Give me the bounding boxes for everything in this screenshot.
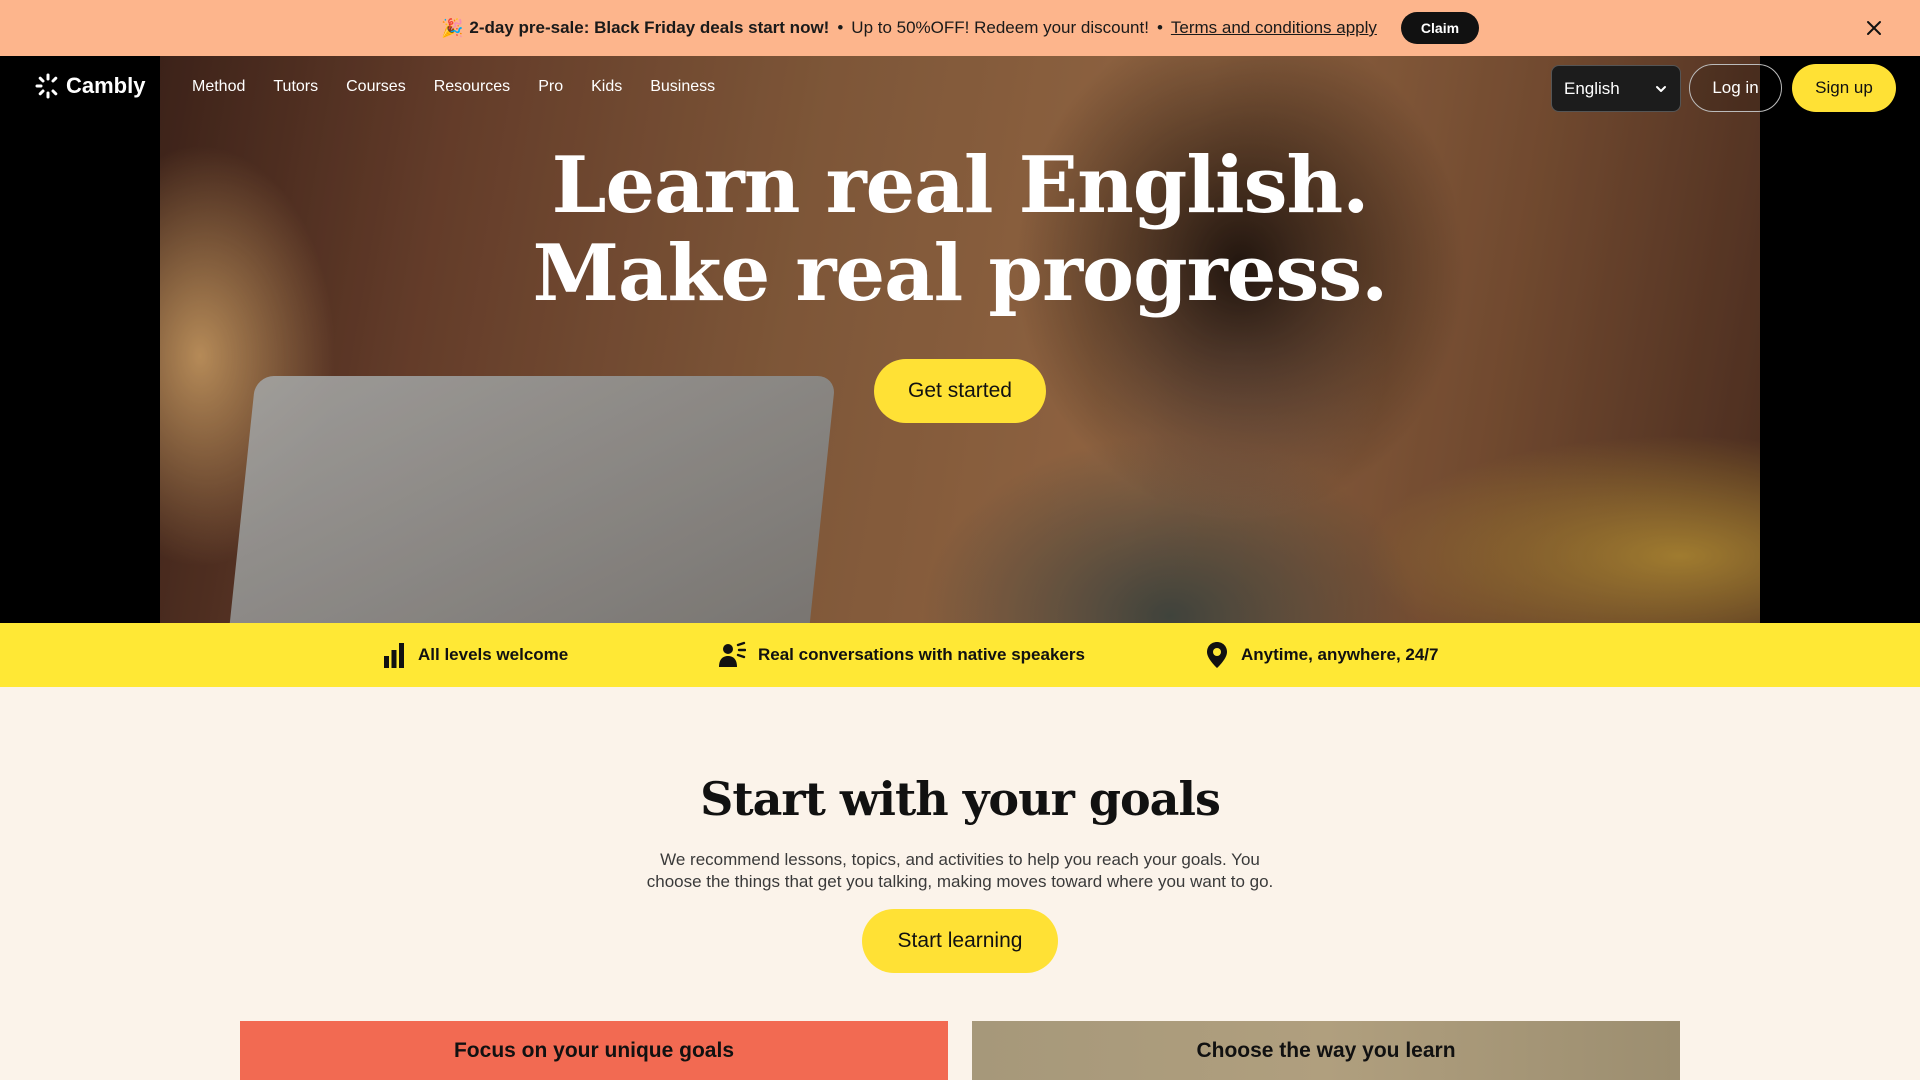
logo-text: Cambly — [66, 73, 146, 98]
claim-button[interactable]: Claim — [1400, 12, 1480, 44]
start-learning-button[interactable]: Start learning — [862, 909, 1058, 973]
goals-description-line1: We recommend lessons, topics, and activi… — [660, 850, 1260, 869]
promo-offer: Up to 50%OFF! Redeem your discount! — [851, 18, 1149, 37]
nav-links: Method Tutors Courses Resources Pro Kids… — [192, 78, 743, 96]
cambly-logo[interactable]: Cambly — [34, 72, 145, 100]
feature-anytime: Anytime, anywhere, 24/7 — [1205, 623, 1438, 687]
login-button[interactable]: Log in — [1689, 64, 1782, 112]
goals-description: We recommend lessons, topics, and activi… — [620, 849, 1300, 893]
card-way-you-learn[interactable]: Choose the way you learn — [972, 1021, 1680, 1080]
promo-separator: • — [837, 18, 844, 37]
promo-separator: • — [1156, 18, 1163, 37]
party-popper-icon: 🎉 — [440, 17, 464, 38]
feature-label: All levels welcome — [418, 645, 569, 664]
feature-conversations: Real conversations with native speakers — [718, 623, 1085, 687]
goals-description-line2: choose the things that get you talking, … — [646, 872, 1274, 891]
chevron-down-icon — [1656, 85, 1666, 92]
nav-link-resources[interactable]: Resources — [434, 78, 510, 96]
nav-link-courses[interactable]: Courses — [346, 78, 406, 96]
hero-title-line1: Learn real English. — [551, 140, 1370, 231]
signup-button[interactable]: Sign up — [1792, 64, 1896, 112]
feature-label: Anytime, anywhere, 24/7 — [1241, 645, 1439, 664]
nav-link-kids[interactable]: Kids — [591, 78, 622, 96]
feature-all-levels: All levels welcome — [382, 623, 568, 687]
feature-label: Real conversations with native speakers — [758, 645, 1085, 664]
nav-link-tutors[interactable]: Tutors — [273, 78, 318, 96]
language-select-value: English — [1564, 78, 1620, 98]
language-select[interactable]: English — [1551, 65, 1681, 112]
card-label: Choose the way you learn — [1196, 1038, 1456, 1062]
promo-banner: 🎉 2-day pre-sale: Black Friday deals sta… — [0, 0, 1920, 56]
get-started-button[interactable]: Get started — [874, 359, 1046, 423]
nav-link-business[interactable]: Business — [650, 78, 715, 96]
promo-headline: 2-day pre-sale: Black Friday deals start… — [469, 18, 830, 37]
top-navigation: Cambly Method Tutors Courses Resources P… — [0, 56, 1920, 120]
bar-chart-icon — [384, 643, 404, 668]
goals-title: Start with your goals — [700, 772, 1221, 826]
terms-link[interactable]: Terms and conditions apply — [1171, 18, 1377, 38]
nav-link-pro[interactable]: Pro — [538, 78, 563, 96]
hero-title-line2: Make real progress. — [532, 228, 1389, 319]
features-bar: All levels welcome Real conversations wi… — [0, 623, 1920, 687]
nav-link-method[interactable]: Method — [192, 78, 245, 96]
card-unique-goals[interactable]: Focus on your unique goals — [240, 1021, 948, 1080]
cambly-logo-icon — [35, 73, 58, 99]
close-icon[interactable] — [1862, 16, 1886, 40]
speaking-person-icon — [719, 641, 746, 667]
location-pin-icon — [1207, 642, 1227, 668]
card-label: Focus on your unique goals — [453, 1038, 734, 1062]
